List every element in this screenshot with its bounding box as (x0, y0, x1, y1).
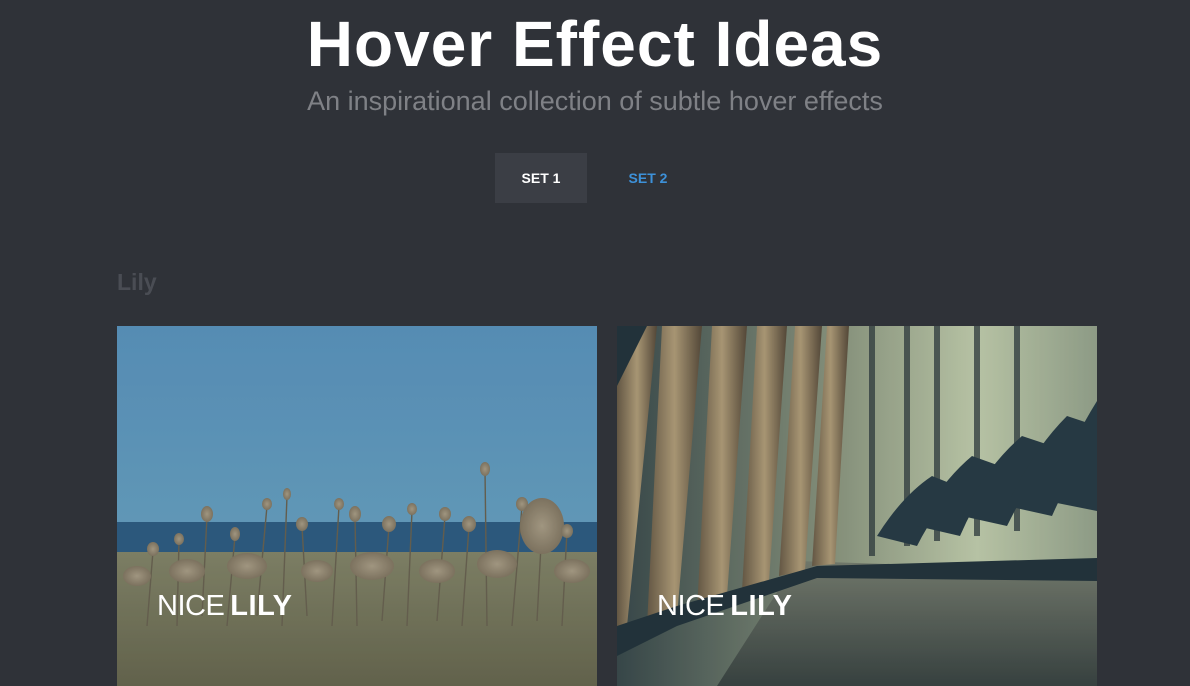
field-flowers-image (117, 326, 597, 686)
effect-grid: NICE LILY NICE LILY (117, 326, 1097, 686)
effect-card[interactable]: NICE LILY (617, 326, 1097, 686)
card-caption: NICE LILY (657, 590, 792, 623)
page-title: Hover Effect Ideas (306, 8, 884, 80)
caption-bold-text: LILY (730, 590, 793, 622)
set-nav: SET 1 SET 2 (0, 153, 1190, 203)
card-caption: NICE LILY (157, 590, 292, 623)
nav-set-1-link[interactable]: SET 1 (495, 153, 587, 203)
page-header: Hover Effect Ideas An inspirational coll… (0, 0, 1190, 240)
effect-card[interactable]: NICE LILY (117, 326, 597, 686)
nav-set-2-link[interactable]: SET 2 (587, 153, 709, 203)
caption-light-text: NICE (657, 590, 725, 622)
caption-light-text: NICE (157, 590, 225, 622)
section-title: Lily (117, 269, 157, 295)
auditorium-seats-image (617, 326, 1097, 686)
page-subtitle: An inspirational collection of subtle ho… (307, 86, 883, 116)
caption-bold-text: LILY (230, 590, 293, 622)
